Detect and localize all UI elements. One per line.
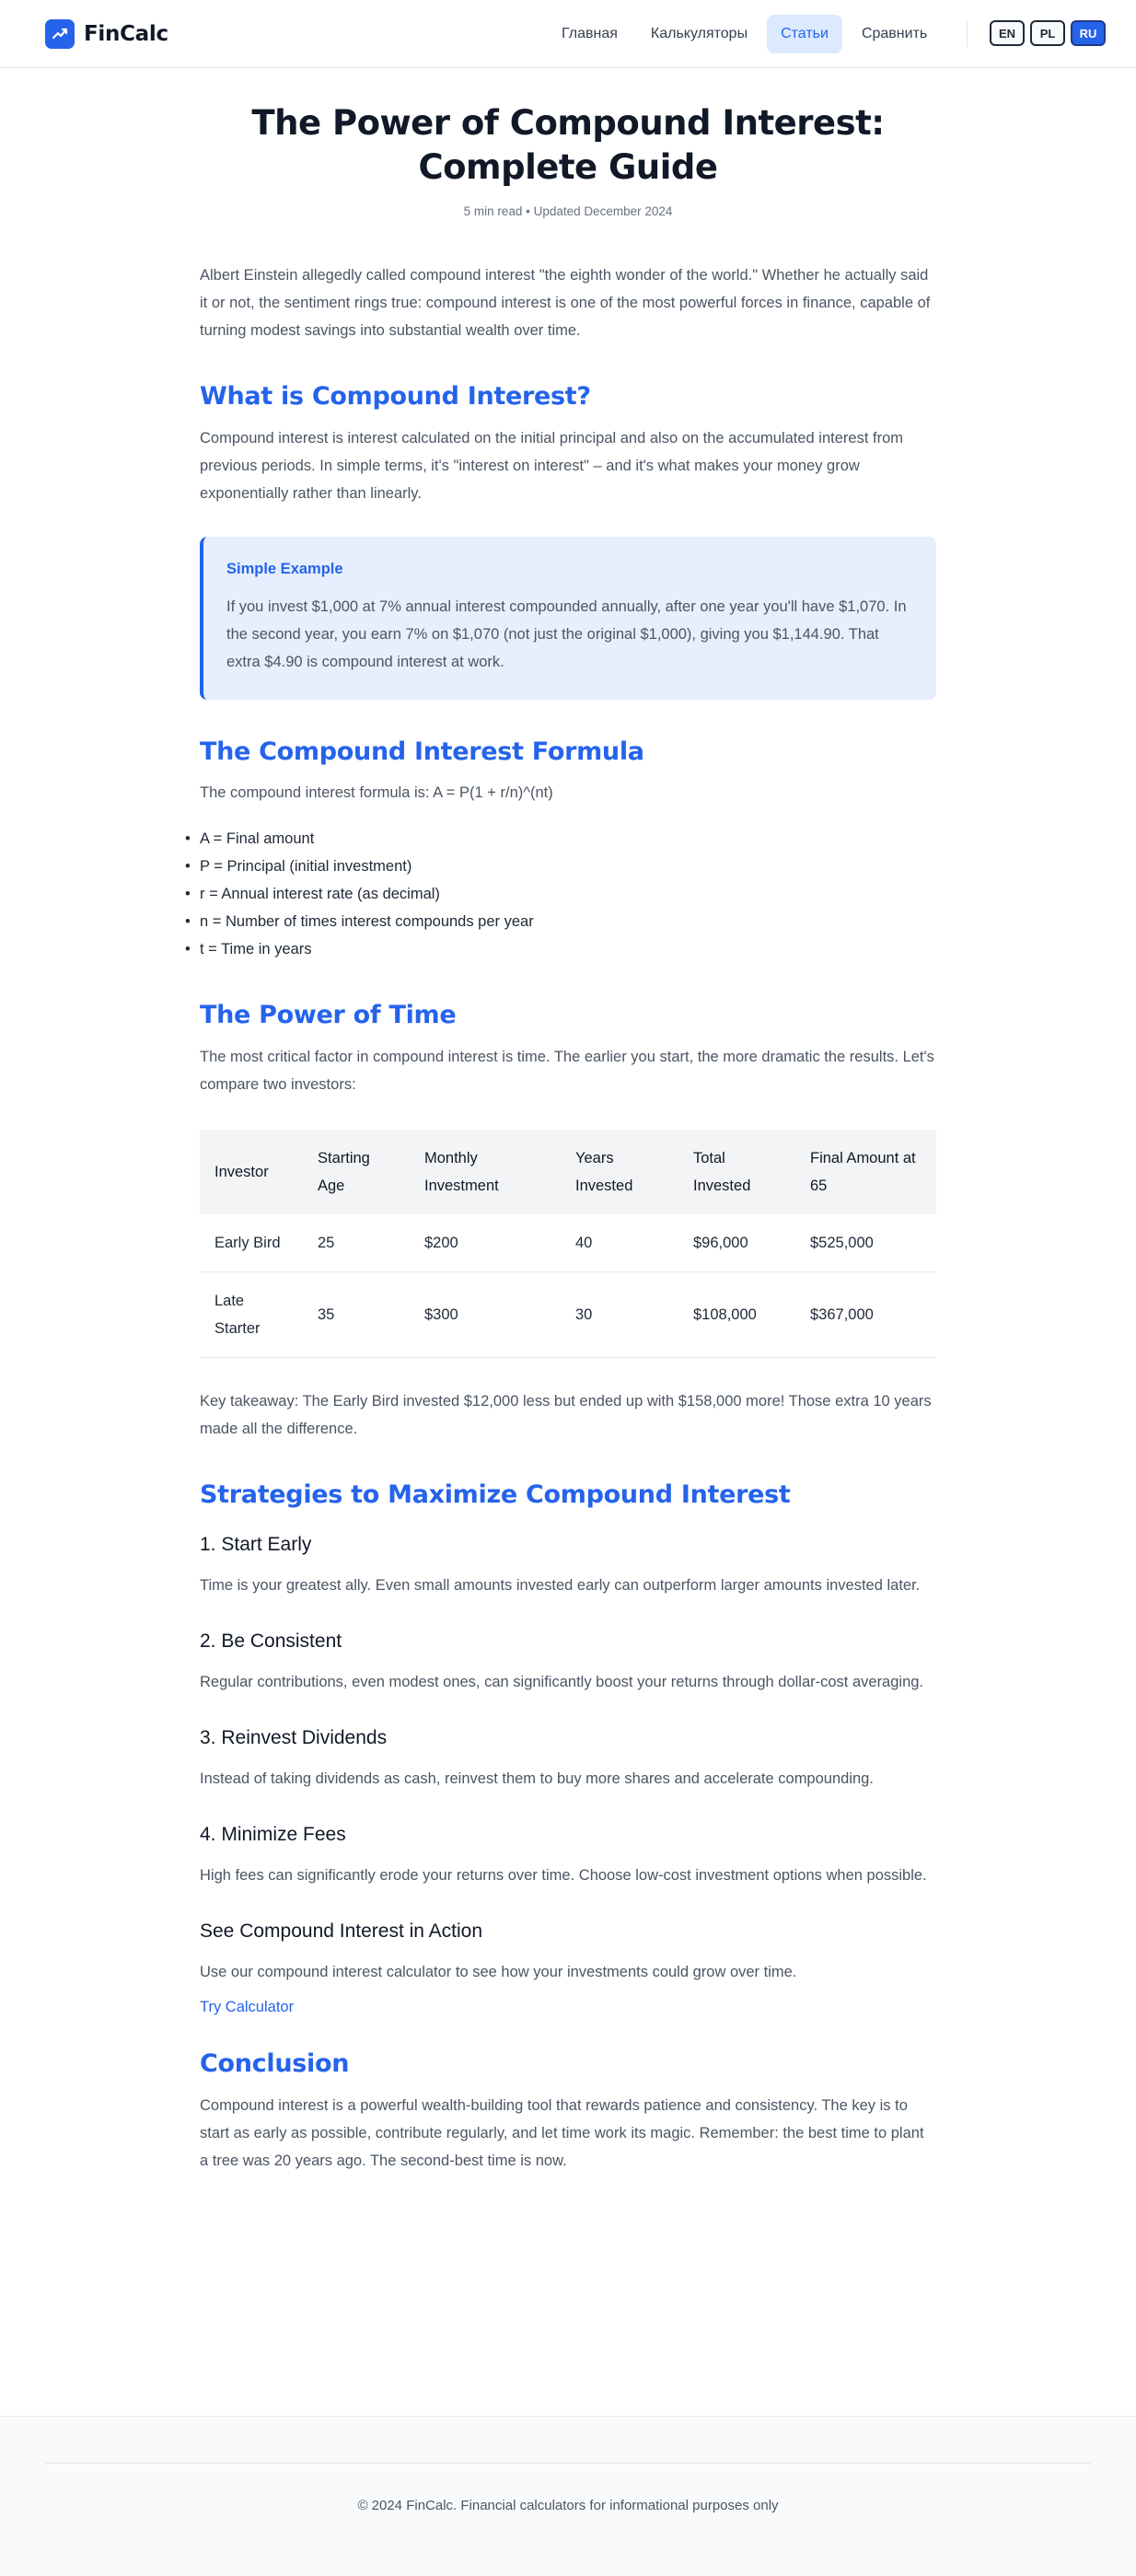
list-item: A = Final amount (185, 825, 936, 853)
strategy-text: Regular contributions, even modest ones,… (200, 1674, 924, 1690)
site-header: FinCalc Главная Калькуляторы Статьи Срав… (0, 0, 1136, 68)
heading-what-is: What is Compound Interest? (200, 382, 591, 411)
column-header: Years Invested (561, 1130, 678, 1214)
time-paragraph: The most critical factor in compound int… (200, 1049, 934, 1093)
try-calculator-link[interactable]: Try Calculator (200, 1999, 294, 2015)
formula-variables-list: A = Final amount P = Principal (initial … (185, 825, 936, 963)
list-item: P = Principal (initial investment) (185, 853, 936, 880)
column-header: Final Amount at 65 (795, 1130, 936, 1214)
column-header: Total Invested (678, 1130, 795, 1214)
trend-chart-icon (45, 18, 75, 49)
action-paragraph: Use our compound interest calculator to … (200, 1964, 797, 1980)
table-cell: Early Bird (200, 1214, 303, 1272)
heading-formula: The Compound Interest Formula (200, 737, 644, 766)
article: The Power of Compound Interest: Complete… (185, 101, 936, 2175)
footer-copyright: © 2024 FinCalc. Financial calculators fo… (357, 2498, 779, 2513)
callout-title: Simple Example (226, 561, 343, 577)
heading-power-of-time: The Power of Time (200, 1001, 457, 1029)
table-row: Late Starter 35 $300 30 $108,000 $367,00… (200, 1271, 936, 1358)
table-cell: 40 (561, 1214, 678, 1272)
strategy-title: 2. Be Consistent (200, 1630, 342, 1652)
strategy-title: 3. Reinvest Dividends (200, 1727, 388, 1748)
table-cell: $96,000 (678, 1214, 795, 1272)
heading-strategies: Strategies to Maximize Compound Interest (200, 1480, 791, 1509)
main-nav: Главная Калькуляторы Статьи Сравнить (548, 15, 941, 53)
lang-pl-button[interactable]: PL (1030, 20, 1065, 46)
language-switcher: EN PL RU (990, 20, 1106, 46)
column-header: Starting Age (303, 1130, 410, 1214)
callout-text: If you invest $1,000 at 7% annual intere… (226, 598, 907, 670)
table-cell: 25 (303, 1214, 410, 1272)
formula-paragraph: The compound interest formula is: A = P(… (200, 784, 553, 801)
article-title: The Power of Compound Interest: Complete… (200, 101, 936, 190)
table-row: Early Bird 25 $200 40 $96,000 $525,000 (200, 1214, 936, 1272)
nav-home[interactable]: Главная (548, 15, 632, 53)
site-footer: © 2024 FinCalc. Financial calculators fo… (0, 2416, 1136, 2576)
list-item: n = Number of times interest compounds p… (185, 908, 936, 935)
brand-logo[interactable]: FinCalc (45, 18, 168, 49)
table-cell: $200 (410, 1214, 561, 1272)
column-header: Monthly Investment (410, 1130, 561, 1214)
table-cell: $525,000 (795, 1214, 936, 1272)
table-header-row: Investor Starting Age Monthly Investment… (200, 1130, 936, 1214)
nav-divider (967, 20, 968, 48)
strategy-text: Time is your greatest ally. Even small a… (200, 1577, 921, 1594)
column-header: Investor (200, 1130, 303, 1214)
table-cell: 35 (303, 1271, 410, 1358)
intro-paragraph: Albert Einstein allegedly called compoun… (200, 267, 931, 339)
list-item: r = Annual interest rate (as decimal) (185, 880, 936, 908)
article-meta: 5 min read • Updated December 2024 (463, 204, 673, 218)
table-cell: 30 (561, 1271, 678, 1358)
list-item: t = Time in years (185, 935, 936, 963)
title-line-1: The Power of Compound Interest: (251, 103, 885, 143)
example-callout: Simple Example If you invest $1,000 at 7… (200, 537, 936, 700)
footer-divider (45, 2463, 1091, 2464)
heading-conclusion: Conclusion (200, 2049, 350, 2078)
lang-ru-button[interactable]: RU (1071, 20, 1106, 46)
table-cell: $108,000 (678, 1271, 795, 1358)
table-cell: $300 (410, 1271, 561, 1358)
strategy-title: 4. Minimize Fees (200, 1824, 346, 1845)
investor-comparison-table: Investor Starting Age Monthly Investment… (200, 1130, 936, 1358)
table-cell: Late Starter (200, 1271, 303, 1358)
title-line-2: Complete Guide (418, 147, 718, 187)
nav-articles[interactable]: Статьи (767, 15, 842, 53)
table-cell: $367,000 (795, 1271, 936, 1358)
lang-en-button[interactable]: EN (990, 20, 1025, 46)
nav-calculators[interactable]: Калькуляторы (637, 15, 761, 53)
strategy-text: Instead of taking dividends as cash, rei… (200, 1770, 874, 1787)
conclusion-paragraph: Compound interest is a powerful wealth-b… (200, 2097, 924, 2169)
brand-name: FinCalc (84, 21, 168, 46)
takeaway-paragraph: Key takeaway: The Early Bird invested $1… (200, 1393, 932, 1437)
nav-compare[interactable]: Сравнить (848, 15, 941, 53)
strategy-title: 1. Start Early (200, 1534, 312, 1555)
strategy-text: High fees can significantly erode your r… (200, 1867, 927, 1884)
what-is-paragraph: Compound interest is interest calculated… (200, 430, 904, 502)
action-heading: See Compound Interest in Action (200, 1920, 483, 1942)
